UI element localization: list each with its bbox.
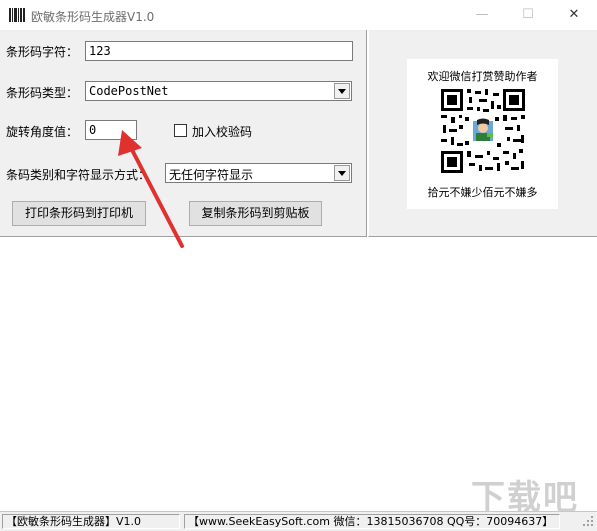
copy-barcode-button[interactable]: 复制条形码到剪贴板 [189,201,322,226]
status-bar: 【欧敏条形码生成器】V1.0 【www.SeekEasySoft.com 微信：… [0,511,597,531]
donate-card: 欢迎微信打赏赞助作者 拾元不嫌少佰元不嫌多 [407,59,558,209]
resize-grip-icon[interactable] [582,515,594,527]
status-app-name: 【欧敏条形码生成器】V1.0 [2,514,180,529]
chevron-down-icon[interactable] [334,165,350,181]
barcode-text-input[interactable]: 123 [85,41,353,61]
barcode-type-select[interactable]: CodePostNet [85,81,352,101]
title-bar: 欧敏条形码生成器V1.0 — ☐ ✕ [0,0,597,30]
donate-caption: 欢迎微信打赏赞助作者 [427,70,538,83]
chevron-down-icon[interactable] [334,83,350,99]
barcode-type-value: CodePostNet [89,84,169,98]
display-mode-select[interactable]: 无任何字符显示 [165,163,352,183]
maximize-button[interactable]: ☐ [505,0,551,30]
red-arrow-annotation [118,130,184,248]
window-title: 欧敏条形码生成器V1.0 [31,10,155,24]
barcode-type-label: 条形码类型： [6,86,79,100]
status-contact: 【www.SeekEasySoft.com 微信：13815036708 QQ号… [184,514,560,529]
wechat-qr-code-icon [439,87,527,175]
close-button[interactable]: ✕ [551,0,597,30]
rotation-label: 旋转角度值： [6,125,79,139]
barcode-app-icon [9,8,25,22]
barcode-text-label: 条形码字符： [6,45,79,59]
minimize-button[interactable]: — [459,0,505,30]
donate-subcaption: 拾元不嫌少佰元不嫌多 [427,186,538,199]
checksum-label: 加入校验码 [192,125,253,139]
